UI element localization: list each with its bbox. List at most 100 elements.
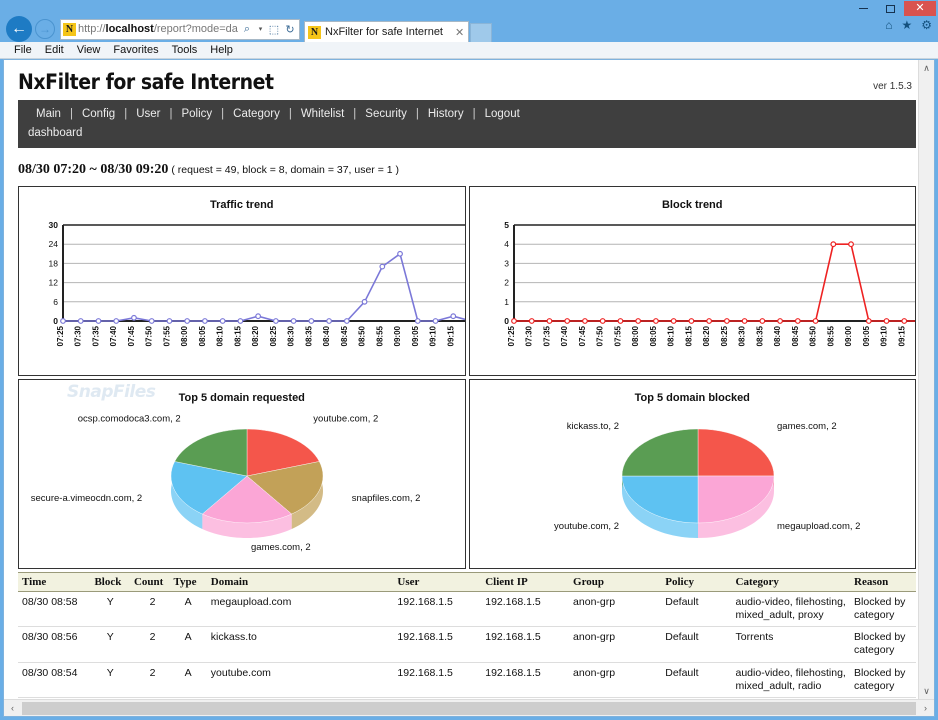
cell-block: Y <box>90 662 130 697</box>
cell-time: 08/30 08:56 <box>18 627 90 662</box>
pie-chart-row: SnapFiles Top 5 domain requested youtube… <box>18 379 916 569</box>
block-trend-title: Block trend <box>470 187 916 211</box>
subnav-dashboard[interactable]: dashboard <box>18 127 916 139</box>
menu-item-file[interactable]: File <box>14 44 32 56</box>
cell-type: A <box>169 662 206 697</box>
svg-text:4: 4 <box>504 239 509 249</box>
page-content: NxFilter for safe Internet ver 1.5.3 Mai… <box>4 60 934 716</box>
browser-nav-row: ← → N http://localhost/report?mode=dashb… <box>0 16 938 42</box>
svg-text:07:25: 07:25 <box>56 325 65 346</box>
gear-icon[interactable]: ⚙ <box>921 18 932 32</box>
cell-block: Y <box>90 592 130 627</box>
vertical-scrollbar[interactable]: ∧ ∨ <box>918 60 934 699</box>
svg-text:07:40: 07:40 <box>560 325 569 346</box>
tab-close-icon[interactable]: ✕ <box>447 26 464 39</box>
svg-text:games.com, 2: games.com, 2 <box>251 542 311 553</box>
scroll-down-icon[interactable]: ∨ <box>919 683 934 699</box>
favorites-star-icon[interactable]: ★ <box>901 18 912 32</box>
cell-user: 192.168.1.5 <box>393 592 481 627</box>
scroll-up-icon[interactable]: ∧ <box>919 60 934 76</box>
nav-item-whitelist[interactable]: Whitelist <box>301 108 344 120</box>
col-policy[interactable]: Policy <box>661 573 731 592</box>
search-icon[interactable]: ⌕ <box>240 23 254 36</box>
home-icon[interactable]: ⌂ <box>885 18 892 32</box>
svg-text:07:35: 07:35 <box>542 325 551 346</box>
col-block[interactable]: Block <box>90 573 130 592</box>
nav-item-user[interactable]: User <box>136 108 160 120</box>
svg-text:09:00: 09:00 <box>844 325 853 346</box>
nav-item-security[interactable]: Security <box>365 108 407 120</box>
menu-item-edit[interactable]: Edit <box>45 44 64 56</box>
col-category[interactable]: Category <box>732 573 851 592</box>
cell-reason: Blocked by category <box>850 592 916 627</box>
col-count[interactable]: Count <box>130 573 170 592</box>
tab-nxfilter[interactable]: N NxFilter for safe Internet ✕ <box>304 21 469 42</box>
menu-item-favorites[interactable]: Favorites <box>113 44 158 56</box>
svg-text:snapfiles.com, 2: snapfiles.com, 2 <box>352 493 421 504</box>
col-reason[interactable]: Reason <box>850 573 916 592</box>
svg-text:08:30: 08:30 <box>287 325 296 346</box>
trend-chart-row: Traffic trend 061218243007:2507:3007:350… <box>18 186 916 376</box>
col-client-ip[interactable]: Client IP <box>481 573 569 592</box>
window-controls: ✕ <box>850 1 936 16</box>
col-type[interactable]: Type <box>169 573 206 592</box>
site-header: NxFilter for safe Internet ver 1.5.3 <box>18 60 916 100</box>
svg-text:kickass.to, 2: kickass.to, 2 <box>566 421 618 432</box>
refresh-icon[interactable]: ↻ <box>283 23 297 36</box>
compatibility-view-icon[interactable]: ⬚ <box>267 23 281 36</box>
nav-item-category[interactable]: Category <box>233 108 280 120</box>
page-title: NxFilter for safe Internet <box>18 70 826 94</box>
nav-item-config[interactable]: Config <box>82 108 115 120</box>
cell-reason: Blocked by category <box>850 662 916 697</box>
back-button-icon[interactable]: ← <box>6 16 32 42</box>
site-nav-panel: Main | Config | User | Policy | Category… <box>18 100 916 148</box>
nav-item-history[interactable]: History <box>428 108 464 120</box>
nav-sep: | <box>344 108 365 120</box>
svg-text:07:50: 07:50 <box>145 325 154 346</box>
cell-reason: Blocked by category <box>850 627 916 662</box>
horizontal-scrollbar[interactable]: ‹ › <box>4 699 934 716</box>
nav-sep: | <box>61 108 82 120</box>
scroll-left-icon[interactable]: ‹ <box>4 703 21 713</box>
svg-text:07:45: 07:45 <box>127 325 136 346</box>
svg-text:0: 0 <box>53 316 58 326</box>
cell-user: 192.168.1.5 <box>393 627 481 662</box>
address-bar[interactable]: N http://localhost/report?mode=dashboard… <box>60 19 300 40</box>
cell-category: audio-video, filehosting, mixed_adult, r… <box>732 662 851 697</box>
nav-item-policy[interactable]: Policy <box>181 108 212 120</box>
browser-toolbar-icons: ⌂ ★ ⚙ <box>885 18 932 32</box>
maximize-button[interactable] <box>877 1 904 16</box>
nav-item-main[interactable]: Main <box>36 108 61 120</box>
top-domain-blocked-panel: Top 5 domain blocked games.com, 2megaupl… <box>469 379 917 569</box>
summary-meta: ( request = 49, block = 8, domain = 37, … <box>171 164 399 176</box>
menu-item-help[interactable]: Help <box>210 44 233 56</box>
nav-item-logout[interactable]: Logout <box>485 108 520 120</box>
forward-button-icon[interactable]: → <box>35 19 55 39</box>
svg-text:megaupload.com, 2: megaupload.com, 2 <box>777 521 860 532</box>
col-user[interactable]: User <box>393 573 481 592</box>
hscroll-thumb[interactable] <box>22 702 916 715</box>
minimize-button[interactable] <box>850 1 877 16</box>
col-time[interactable]: Time <box>18 573 90 592</box>
chevron-down-icon[interactable]: ▾ <box>256 25 265 33</box>
new-tab-button[interactable] <box>470 23 492 42</box>
url-path: /report?mode=dashboard <box>154 23 238 35</box>
close-button[interactable]: ✕ <box>904 1 936 16</box>
col-group[interactable]: Group <box>569 573 661 592</box>
svg-text:07:40: 07:40 <box>109 325 118 346</box>
nav-sep: | <box>212 108 233 120</box>
svg-text:18: 18 <box>49 258 59 268</box>
cell-category: Torrents <box>732 627 851 662</box>
col-domain[interactable]: Domain <box>207 573 394 592</box>
site-favicon-icon: N <box>63 23 76 36</box>
menu-item-view[interactable]: View <box>77 44 101 56</box>
table-row[interactable]: 08/30 08:54Y2Ayoutube.com192.168.1.5192.… <box>18 662 916 697</box>
table-row[interactable]: 08/30 08:58Y2Amegaupload.com192.168.1.51… <box>18 592 916 627</box>
scroll-right-icon[interactable]: › <box>917 703 934 713</box>
svg-text:08:55: 08:55 <box>826 325 835 346</box>
table-row[interactable]: 08/30 08:56Y2Akickass.to192.168.1.5192.1… <box>18 627 916 662</box>
svg-text:08:45: 08:45 <box>790 325 799 346</box>
svg-text:2: 2 <box>504 278 509 288</box>
svg-text:secure-a.vimeocdn.com, 2: secure-a.vimeocdn.com, 2 <box>31 493 142 504</box>
menu-item-tools[interactable]: Tools <box>172 44 198 56</box>
